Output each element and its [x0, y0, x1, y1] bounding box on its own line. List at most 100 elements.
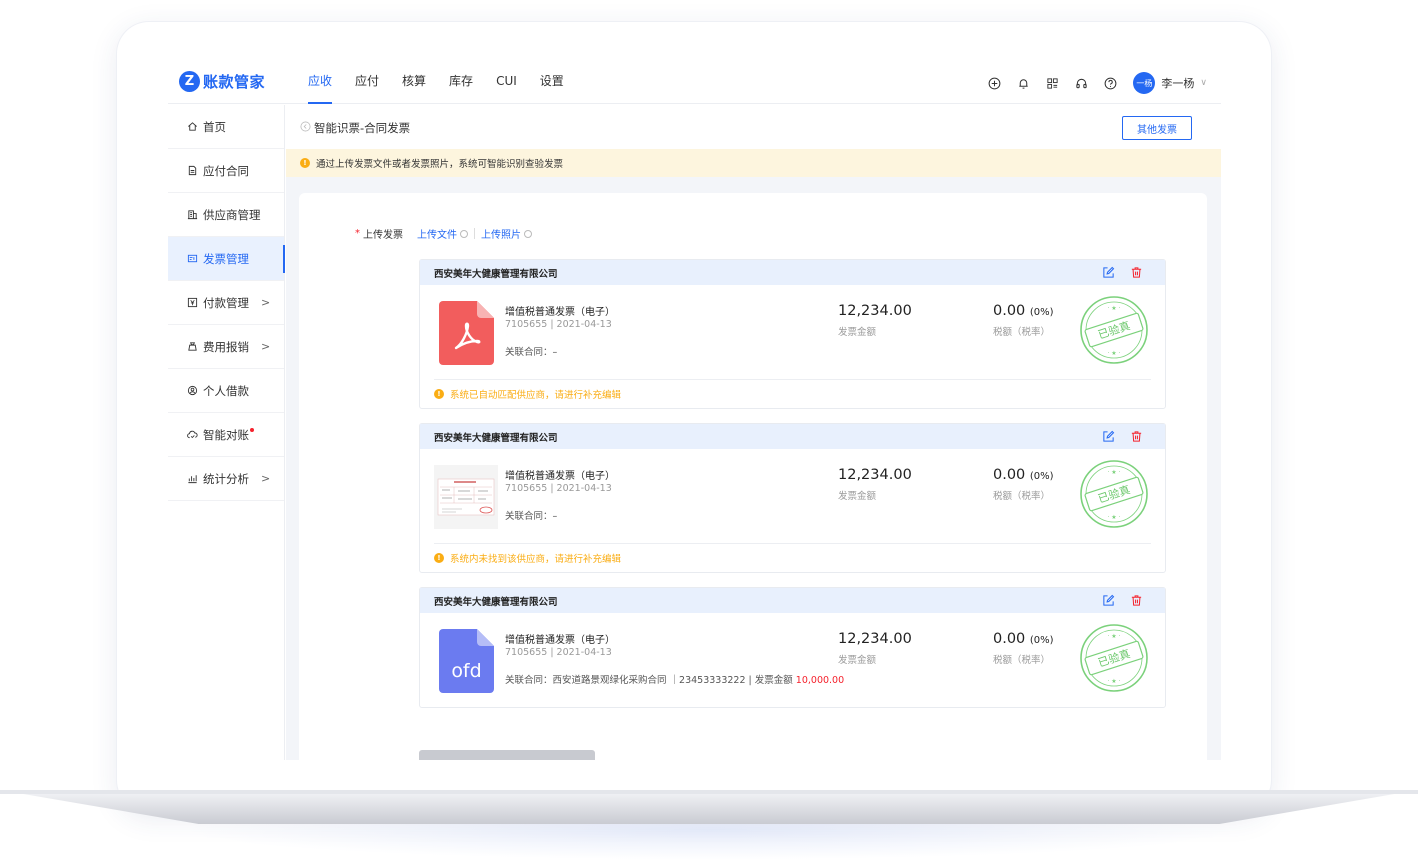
app-logo[interactable]: Z 账款管家 — [179, 71, 265, 92]
logo-text: 账款管家 — [203, 73, 266, 91]
invoice-company: 西安美年大健康管理有限公司 — [434, 432, 558, 444]
sidebar-item-label: 应付合同 — [203, 163, 249, 178]
tax-rate: (0%) — [1029, 307, 1054, 318]
linked-contract-label: 关联合同： — [505, 511, 553, 522]
back-icon[interactable] — [300, 121, 311, 132]
invoice-linked-contract[interactable]: 关联合同：西安道路景观绿化采购合同 ｜23453333222 | 发票金额 10… — [505, 672, 844, 686]
invoice-footer-text: 系统内未找到该供应商，请进行补充编辑 — [450, 554, 622, 565]
invoice-body: 增值税普通发票（电子） 7105655 | 2021-04-13 关联合同：– … — [420, 285, 1165, 379]
invoice-amount: 12,234.00 — [838, 467, 912, 483]
invoice-type: 增值税普通发票（电子） — [505, 471, 615, 482]
linked-contract-value: 西安道路景观绿化采购合同 ｜23453333222 | 发票金额 — [552, 675, 796, 686]
info-icon[interactable] — [460, 229, 468, 238]
invoice-amount-label: 发票金额 — [838, 327, 877, 338]
upload-card: * 上传发票 上传文件 上传照片 西安美年大健康管理有限公司 增值税普通发票（电… — [299, 193, 1207, 760]
invoice-photo-thumbnail[interactable] — [434, 465, 498, 529]
user-avatar[interactable]: 一杨 — [1133, 72, 1156, 94]
invoice-amount: 12,234.00 — [838, 631, 912, 647]
info-icon[interactable] — [524, 229, 532, 238]
sidebar: 首页 应付合同 供应商管理 发票管理 付款管理 > 费用报销 > 个人借款 智能… — [168, 105, 285, 760]
divider — [474, 228, 475, 239]
nav-tab-accounting[interactable]: 核算 — [402, 60, 426, 104]
tax-value: 0.00 — [993, 303, 1026, 319]
sidebar-item-supplier[interactable]: 供应商管理 — [168, 193, 284, 237]
upload-photo-link[interactable]: 上传照片 — [481, 226, 521, 241]
invoice-tax: 0.00 (0%) — [993, 303, 1054, 319]
invoice-card: 西安美年大健康管理有限公司 ofd 增值税普通发票（电子） 7105655 | … — [419, 587, 1166, 708]
invoice-footer: ! 系统内未找到该供应商，请进行补充编辑 — [434, 543, 1151, 572]
add-circle-icon[interactable] — [988, 77, 1001, 90]
svg-text:· ★ ·: · ★ · — [1107, 514, 1120, 521]
ofd-file-icon[interactable]: ofd — [439, 629, 494, 693]
delete-icon[interactable] — [1130, 266, 1143, 279]
invoice-header: 西安美年大健康管理有限公司 — [420, 260, 1165, 285]
invoice-amount-label: 发票金额 — [838, 491, 877, 502]
sidebar-item-label: 费用报销 — [203, 339, 249, 354]
document-icon — [186, 165, 198, 177]
linked-contract-value: – — [552, 347, 558, 358]
sidebar-item-label: 供应商管理 — [203, 207, 261, 222]
sidebar-item-home[interactable]: 首页 — [168, 105, 284, 149]
invoice-number-date: 7105655 | 2021-04-13 — [505, 319, 612, 330]
sidebar-item-label: 个人借款 — [203, 383, 249, 398]
nav-actions: 一杨 李一杨 ∨ — [988, 72, 1207, 94]
linked-contract-label: 关联合同： — [505, 675, 553, 686]
tax-rate: (0%) — [1029, 635, 1054, 646]
notice-text: 通过上传发票文件或者发票照片，系统可智能识别查验发票 — [316, 159, 564, 170]
delete-icon[interactable] — [1130, 430, 1143, 443]
home-icon — [186, 121, 198, 133]
sidebar-item-payment[interactable]: 付款管理 > — [168, 281, 284, 325]
invoice-linked-contract: 关联合同：– — [505, 508, 557, 522]
svg-text:· ★ ·: · ★ · — [1107, 678, 1120, 685]
other-invoice-button[interactable]: 其他发票 — [1122, 116, 1192, 140]
laptop-base — [0, 790, 1418, 824]
nav-tab-inventory[interactable]: 库存 — [449, 60, 473, 104]
edit-icon[interactable] — [1102, 430, 1115, 443]
invoice-linked-contract: 关联合同：– — [505, 344, 557, 358]
user-name[interactable]: 李一杨 — [1161, 75, 1194, 91]
submit-button[interactable] — [419, 750, 595, 760]
sidebar-item-payable-contract[interactable]: 应付合同 — [168, 149, 284, 193]
bell-icon[interactable] — [1017, 77, 1030, 90]
verified-stamp: 已验真 · ★ · · ★ · — [1080, 296, 1148, 364]
sidebar-item-label: 发票管理 — [203, 251, 249, 266]
nav-tab-payable[interactable]: 应付 — [355, 60, 379, 104]
invoice-header: 西安美年大健康管理有限公司 — [420, 424, 1165, 449]
sidebar-item-loan[interactable]: 个人借款 — [168, 369, 284, 413]
upload-row: * 上传发票 上传文件 上传照片 — [355, 226, 538, 241]
nav-tab-receivable[interactable]: 应收 — [308, 60, 333, 104]
upload-file-link[interactable]: 上传文件 — [417, 226, 457, 241]
chevron-right-icon: > — [261, 296, 271, 309]
page-title: 智能识票-合同发票 — [314, 121, 411, 135]
edit-icon[interactable] — [1102, 266, 1115, 279]
linked-contract-label: 关联合同： — [505, 347, 553, 358]
warning-icon: ! — [434, 553, 444, 563]
nav-tab-cui[interactable]: CUI — [496, 60, 517, 104]
sidebar-item-statistics[interactable]: 统计分析 > — [168, 457, 284, 501]
invoice-number-date: 7105655 | 2021-04-13 — [505, 647, 612, 658]
nav-tabs: 应收 应付 核算 库存 CUI 设置 — [308, 60, 587, 104]
sidebar-item-expense[interactable]: 费用报销 > — [168, 325, 284, 369]
svg-text:· ★ ·: · ★ · — [1107, 305, 1120, 312]
verified-stamp: 已验真 · ★ · · ★ · — [1080, 460, 1148, 528]
invoice-tax: 0.00 (0%) — [993, 467, 1054, 483]
invoice-header: 西安美年大健康管理有限公司 — [420, 588, 1165, 613]
nav-tab-settings[interactable]: 设置 — [540, 60, 564, 104]
wallet-icon — [186, 341, 198, 353]
pdf-file-icon[interactable] — [439, 301, 494, 365]
chevron-down-icon[interactable]: ∨ — [1200, 78, 1207, 88]
sidebar-item-label: 首页 — [203, 119, 226, 134]
delete-icon[interactable] — [1130, 594, 1143, 607]
sidebar-item-reconcile[interactable]: 智能对账 — [168, 413, 284, 457]
edit-icon[interactable] — [1102, 594, 1115, 607]
tax-value: 0.00 — [993, 467, 1026, 483]
headset-icon[interactable] — [1075, 77, 1088, 90]
svg-text:· ★ ·: · ★ · — [1107, 469, 1120, 476]
sidebar-item-label: 智能对账 — [203, 427, 249, 442]
linked-contract-value: – — [552, 511, 558, 522]
apps-icon[interactable] — [1046, 77, 1059, 90]
invoice-footer: ! 系统已自动匹配供应商，请进行补充编辑 — [434, 379, 1151, 408]
sidebar-item-label: 付款管理 — [203, 295, 249, 310]
sidebar-item-invoice[interactable]: 发票管理 — [168, 237, 285, 281]
help-icon[interactable] — [1104, 77, 1117, 90]
